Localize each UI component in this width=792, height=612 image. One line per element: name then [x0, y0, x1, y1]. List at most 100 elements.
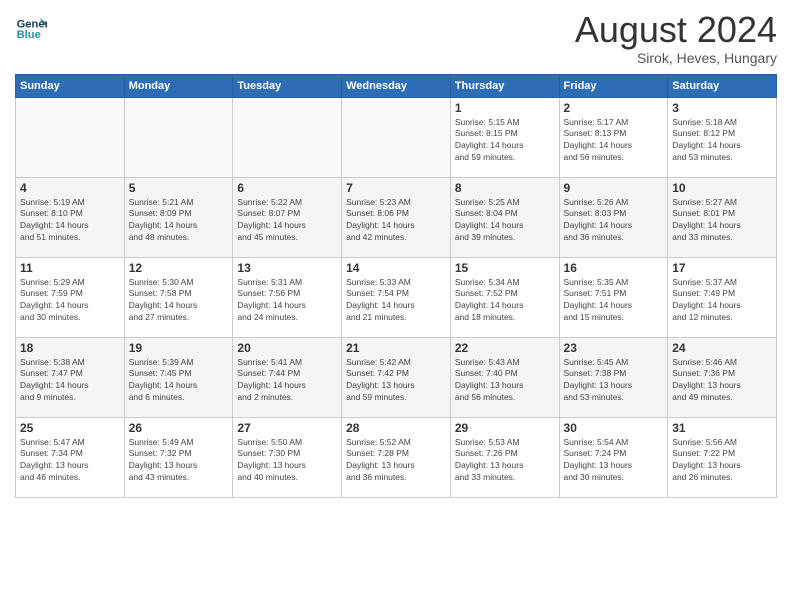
header-monday: Monday — [124, 74, 233, 97]
day-number: 8 — [455, 181, 555, 195]
day-number: 7 — [346, 181, 446, 195]
table-row: 28Sunrise: 5:52 AM Sunset: 7:28 PM Dayli… — [342, 417, 451, 497]
table-row: 20 Sunrise: 5:41 AM Sunset: 7:44 PM Dayli… — [233, 337, 342, 417]
month-year-title: August 2024 — [575, 10, 777, 50]
calendar-week-row: 11Sunrise: 5:29 AM Sunset: 7:59 PM Dayli… — [16, 257, 777, 337]
day-number: 2 — [564, 101, 664, 115]
day-number: 30 — [564, 421, 664, 435]
table-row: 12Sunrise: 5:30 AM Sunset: 7:58 PM Dayli… — [124, 257, 233, 337]
day-number: 29 — [455, 421, 555, 435]
day-info: Sunrise: 5:33 AM Sunset: 7:54 PM Dayligh… — [346, 277, 446, 325]
table-row: 26Sunrise: 5:49 AM Sunset: 7:32 PM Dayli… — [124, 417, 233, 497]
day-info: Sunrise: 5:42 AM Sunset: 7:42 PM Dayligh… — [346, 357, 446, 405]
day-number: 26 — [129, 421, 229, 435]
table-row: 4 Sunrise: 5:19 AM Sunset: 8:10 PM Daylig… — [16, 177, 125, 257]
table-row: 15 Sunrise: 5:34 AM Sunset: 7:52 PM Dayli… — [450, 257, 559, 337]
table-row: 6 Sunrise: 5:22 AM Sunset: 8:07 PM Daylig… — [233, 177, 342, 257]
header-thursday: Thursday — [450, 74, 559, 97]
day-info: Sunrise: 5:19 AM Sunset: 8:10 PM Dayligh… — [20, 197, 120, 245]
day-number: 20 — [237, 341, 337, 355]
day-number: 25 — [20, 421, 120, 435]
day-number: 15 — [455, 261, 555, 275]
table-row: 13Sunrise: 5:31 AM Sunset: 7:56 PM Dayli… — [233, 257, 342, 337]
day-info: Sunrise: 5:34 AM Sunset: 7:52 PM Dayligh… — [455, 277, 555, 325]
day-info: Sunrise: 5:25 AM Sunset: 8:04 PM Dayligh… — [455, 197, 555, 245]
day-info: Sunrise: 5:46 AM Sunset: 7:36 PM Dayligh… — [672, 357, 772, 405]
day-number: 6 — [237, 181, 337, 195]
day-info: Sunrise: 5:35 AM Sunset: 7:51 PM Dayligh… — [564, 277, 664, 325]
calendar-week-row: 1 Sunrise: 5:15 AM Sunset: 8:15 PM Daylig… — [16, 97, 777, 177]
table-row: 5Sunrise: 5:21 AM Sunset: 8:09 PM Daylig… — [124, 177, 233, 257]
day-number: 3 — [672, 101, 772, 115]
day-info: Sunrise: 5:26 AM Sunset: 8:03 PM Dayligh… — [564, 197, 664, 245]
table-row: 29 Sunrise: 5:53 AM Sunset: 7:26 PM Dayli… — [450, 417, 559, 497]
table-row — [16, 97, 125, 177]
day-number: 13 — [237, 261, 337, 275]
day-number: 19 — [129, 341, 229, 355]
day-number: 18 — [20, 341, 120, 355]
day-info: Sunrise: 5:45 AM Sunset: 7:38 PM Dayligh… — [564, 357, 664, 405]
day-info: Sunrise: 5:39 AM Sunset: 7:45 PM Dayligh… — [129, 357, 229, 405]
calendar-header-row: Sunday Monday Tuesday Wednesday Thursday… — [16, 74, 777, 97]
day-number: 9 — [564, 181, 664, 195]
calendar-week-row: 18 Sunrise: 5:38 AM Sunset: 7:47 PM Dayli… — [16, 337, 777, 417]
svg-text:Blue: Blue — [17, 29, 41, 41]
day-info: Sunrise: 5:38 AM Sunset: 7:47 PM Dayligh… — [20, 357, 120, 405]
day-number: 16 — [564, 261, 664, 275]
table-row — [233, 97, 342, 177]
day-number: 10 — [672, 181, 772, 195]
day-info: Sunrise: 5:17 AM Sunset: 8:13 PM Dayligh… — [564, 117, 664, 165]
table-row: 10 Sunrise: 5:27 AM Sunset: 8:01 PM Dayli… — [668, 177, 777, 257]
header-tuesday: Tuesday — [233, 74, 342, 97]
table-row: 16 Sunrise: 5:35 AM Sunset: 7:51 PM Dayli… — [559, 257, 668, 337]
day-info: Sunrise: 5:22 AM Sunset: 8:07 PM Dayligh… — [237, 197, 337, 245]
day-number: 22 — [455, 341, 555, 355]
day-info: Sunrise: 5:52 AM Sunset: 7:28 PM Dayligh… — [346, 437, 446, 485]
page-container: General Blue August 2024 Sirok, Heves, H… — [0, 0, 792, 508]
table-row: 21 Sunrise: 5:42 AM Sunset: 7:42 PM Dayli… — [342, 337, 451, 417]
day-number: 21 — [346, 341, 446, 355]
day-info: Sunrise: 5:37 AM Sunset: 7:49 PM Dayligh… — [672, 277, 772, 325]
header-friday: Friday — [559, 74, 668, 97]
day-info: Sunrise: 5:27 AM Sunset: 8:01 PM Dayligh… — [672, 197, 772, 245]
table-row: 22 Sunrise: 5:43 AM Sunset: 7:40 PM Dayli… — [450, 337, 559, 417]
day-info: Sunrise: 5:47 AM Sunset: 7:34 PM Dayligh… — [20, 437, 120, 485]
table-row: 31Sunrise: 5:56 AM Sunset: 7:22 PM Dayli… — [668, 417, 777, 497]
day-info: Sunrise: 5:53 AM Sunset: 7:26 PM Dayligh… — [455, 437, 555, 485]
day-number: 17 — [672, 261, 772, 275]
table-row: 3Sunrise: 5:18 AM Sunset: 8:12 PM Daylig… — [668, 97, 777, 177]
day-info: Sunrise: 5:30 AM Sunset: 7:58 PM Dayligh… — [129, 277, 229, 325]
day-info: Sunrise: 5:41 AM Sunset: 7:44 PM Dayligh… — [237, 357, 337, 405]
title-block: August 2024 Sirok, Heves, Hungary — [575, 10, 777, 66]
day-info: Sunrise: 5:15 AM Sunset: 8:15 PM Dayligh… — [455, 117, 555, 165]
table-row: 19 Sunrise: 5:39 AM Sunset: 7:45 PM Dayli… — [124, 337, 233, 417]
day-info: Sunrise: 5:54 AM Sunset: 7:24 PM Dayligh… — [564, 437, 664, 485]
day-number: 24 — [672, 341, 772, 355]
day-number: 27 — [237, 421, 337, 435]
table-row: 30 Sunrise: 5:54 AM Sunset: 7:24 PM Dayli… — [559, 417, 668, 497]
table-row — [124, 97, 233, 177]
day-number: 4 — [20, 181, 120, 195]
day-info: Sunrise: 5:21 AM Sunset: 8:09 PM Dayligh… — [129, 197, 229, 245]
table-row: 24 Sunrise: 5:46 AM Sunset: 7:36 PM Dayli… — [668, 337, 777, 417]
table-row: 14Sunrise: 5:33 AM Sunset: 7:54 PM Dayli… — [342, 257, 451, 337]
logo: General Blue — [15, 10, 47, 42]
table-row: 27Sunrise: 5:50 AM Sunset: 7:30 PM Dayli… — [233, 417, 342, 497]
table-row: 25 Sunrise: 5:47 AM Sunset: 7:34 PM Dayli… — [16, 417, 125, 497]
table-row: 23 Sunrise: 5:45 AM Sunset: 7:38 PM Dayli… — [559, 337, 668, 417]
table-row: 17 Sunrise: 5:37 AM Sunset: 7:49 PM Dayli… — [668, 257, 777, 337]
logo-icon: General Blue — [15, 10, 47, 42]
table-row: 8 Sunrise: 5:25 AM Sunset: 8:04 PM Daylig… — [450, 177, 559, 257]
day-info: Sunrise: 5:43 AM Sunset: 7:40 PM Dayligh… — [455, 357, 555, 405]
table-row: 7 Sunrise: 5:23 AM Sunset: 8:06 PM Daylig… — [342, 177, 451, 257]
location-subtitle: Sirok, Heves, Hungary — [575, 50, 777, 66]
day-info: Sunrise: 5:23 AM Sunset: 8:06 PM Dayligh… — [346, 197, 446, 245]
header-sunday: Sunday — [16, 74, 125, 97]
day-number: 1 — [455, 101, 555, 115]
table-row: 2 Sunrise: 5:17 AM Sunset: 8:13 PM Daylig… — [559, 97, 668, 177]
table-row: 1 Sunrise: 5:15 AM Sunset: 8:15 PM Daylig… — [450, 97, 559, 177]
table-row — [342, 97, 451, 177]
calendar-table: Sunday Monday Tuesday Wednesday Thursday… — [15, 74, 777, 498]
table-row: 9 Sunrise: 5:26 AM Sunset: 8:03 PM Daylig… — [559, 177, 668, 257]
day-number: 23 — [564, 341, 664, 355]
